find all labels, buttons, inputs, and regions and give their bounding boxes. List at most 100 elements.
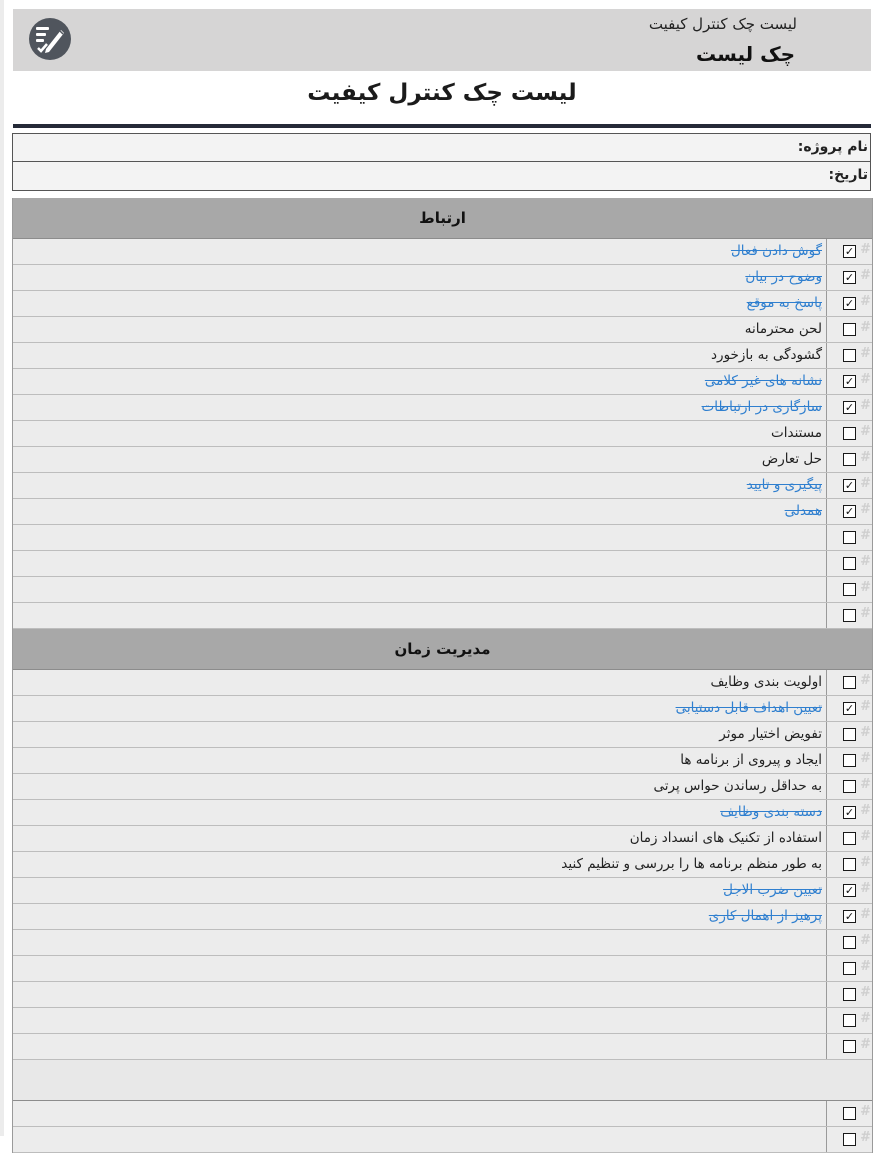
checklist-item-text[interactable] [13,1127,826,1152]
checkbox[interactable] [843,323,856,336]
checkbox[interactable] [843,1040,856,1053]
checklist-item-text[interactable]: حل تعارض [13,447,826,472]
checklist-item-text[interactable]: به حداقل رساندن حواس پرتی [13,774,826,799]
page-title: لیست چک کنترل کیفیت [307,80,577,106]
checklist-row: # به طور منظم برنامه ها را بررسی و تنظیم … [13,852,872,878]
checkbox[interactable] [843,728,856,741]
date-row[interactable]: تاریخ: [13,161,870,189]
checkbox-checked[interactable]: ✓ [843,245,856,258]
checkbox[interactable] [843,962,856,975]
checklist-item-text[interactable]: گوش دادن فعال [13,239,826,264]
checkbox-checked[interactable]: ✓ [843,806,856,819]
checkbox-checked[interactable]: ✓ [843,884,856,897]
checklist-row: # ✓ گوش دادن فعال [13,239,872,265]
checklist-item-text[interactable]: سازگاری در ارتباطات [13,395,826,420]
checklist-item-text[interactable]: گشودگی به بازخورد [13,343,826,368]
checklist-item-text[interactable] [13,1008,826,1033]
checklist-item-text[interactable]: مستندات [13,421,826,446]
checklist-item-text[interactable] [13,1034,826,1059]
checklist-item-text[interactable] [13,982,826,1007]
checklist-item-text[interactable] [13,603,826,628]
checkbox-checked[interactable]: ✓ [843,375,856,388]
checklist-item-text[interactable] [13,525,826,550]
checkbox[interactable] [843,1107,856,1120]
row-marker-icon: # [860,320,871,335]
checklist-row: # حل تعارض [13,447,872,473]
checkbox-checked[interactable]: ✓ [843,479,856,492]
checklist-item-text[interactable]: دسته بندی وظایف [13,800,826,825]
checkbox-cell: # [826,748,872,773]
checkbox[interactable] [843,1014,856,1027]
checkbox[interactable] [843,676,856,689]
row-marker-icon: # [860,881,871,896]
checkbox[interactable] [843,754,856,767]
checklist-item-text[interactable]: همدلی [13,499,826,524]
checkbox-checked[interactable]: ✓ [843,702,856,715]
checklist-item-text[interactable]: اولویت بندی وظایف [13,670,826,695]
checkbox-cell: # [826,1127,872,1152]
checkbox-cell: # [826,421,872,446]
checkbox-checked[interactable]: ✓ [843,297,856,310]
checklist-item-text[interactable]: تعیین اهداف قابل دستیابی [13,696,826,721]
checkbox-cell: # ✓ [826,904,872,929]
checklist-item-text[interactable] [13,930,826,955]
checkbox[interactable] [843,609,856,622]
section-header: ارتباط [13,198,872,239]
checklist-pen-icon [29,18,71,60]
checklist-item-text[interactable]: استفاده از تکنیک های انسداد زمان [13,826,826,851]
checkbox-checked[interactable]: ✓ [843,401,856,414]
checklist-row: # ✓ سازگاری در ارتباطات [13,395,872,421]
checkbox[interactable] [843,349,856,362]
checklist-item-text[interactable]: پاسخ به موقع [13,291,826,316]
checklist-item-text[interactable] [13,577,826,602]
row-marker-icon: # [860,1011,871,1026]
checklist-item-text[interactable]: لحن محترمانه [13,317,826,342]
checklist-row: # [13,982,872,1008]
row-marker-icon: # [860,268,871,283]
checklist-item-text[interactable]: تفویض اختیار موثر [13,722,826,747]
checklist-item-text[interactable] [13,551,826,576]
checklist-item-text[interactable] [13,956,826,981]
row-marker-icon: # [860,528,871,543]
window-edge [0,0,4,1136]
checklist-item-text[interactable]: ایجاد و پیروی از برنامه ها [13,748,826,773]
date-label: تاریخ: [828,167,868,183]
checklist-row: # [13,525,872,551]
checkbox[interactable] [843,557,856,570]
checklist-item-text[interactable] [13,1101,826,1126]
checkbox[interactable] [843,936,856,949]
row-marker-icon: # [860,985,871,1000]
checklist-item-text[interactable]: نشانه های غیر کلامی [13,369,826,394]
checklist-item-text[interactable]: پیگیری و تایید [13,473,826,498]
checkbox[interactable] [843,832,856,845]
checklist-item-text[interactable]: تعیین ضرب الاجل [13,878,826,903]
checklist-sheet: ارتباط # ✓ گوش دادن فعال # ✓ وضوح در بیان # ✓ پاس… [12,198,873,1153]
project-name-row[interactable]: نام پروژه: [13,134,870,161]
row-marker-icon: # [860,398,871,413]
checkbox[interactable] [843,583,856,596]
checkbox-cell: # [826,852,872,877]
checkbox[interactable] [843,1133,856,1146]
checkbox[interactable] [843,427,856,440]
checkbox[interactable] [843,453,856,466]
checklist-row: # اولویت بندی وظایف [13,670,872,696]
checkbox-checked[interactable]: ✓ [843,910,856,923]
checklist-row: # [13,1034,872,1060]
checkbox-checked[interactable]: ✓ [843,505,856,518]
checkbox[interactable] [843,531,856,544]
checkbox-cell: # ✓ [826,369,872,394]
checkbox-checked[interactable]: ✓ [843,271,856,284]
row-marker-icon: # [860,372,871,387]
checklist-row: # ✓ وضوح در بیان [13,265,872,291]
checklist-row: # [13,1101,872,1127]
checklist-item-text[interactable]: به طور منظم برنامه ها را بررسی و تنظیم ک… [13,852,826,877]
checkbox[interactable] [843,858,856,871]
checkbox[interactable] [843,780,856,793]
checkbox[interactable] [843,988,856,1001]
checklist-item-text[interactable]: وضوح در بیان [13,265,826,290]
checkbox-cell: # ✓ [826,395,872,420]
checklist-item-text[interactable]: پرهیز از اهمال کاری [13,904,826,929]
checkbox-cell: # ✓ [826,239,872,264]
checkbox-cell: # ✓ [826,473,872,498]
checklist-row: # گشودگی به بازخورد [13,343,872,369]
